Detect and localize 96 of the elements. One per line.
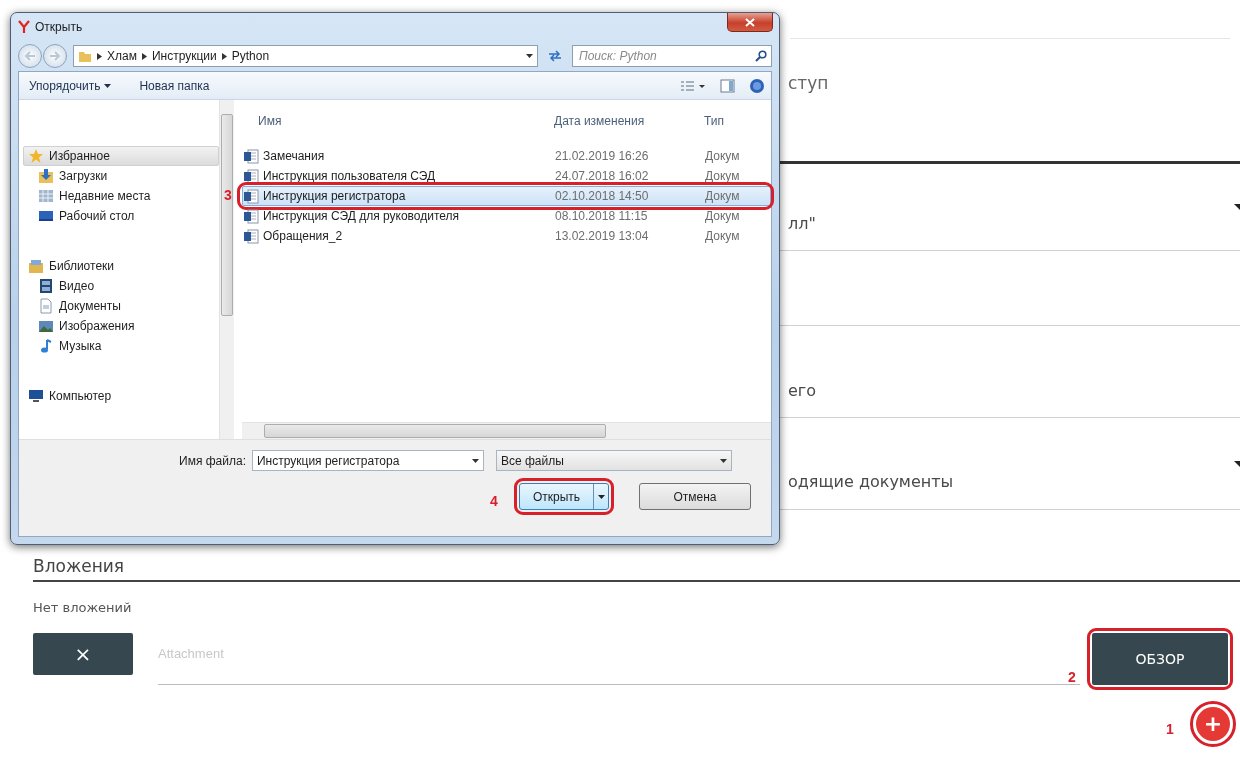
caret-icon: [471, 458, 479, 463]
column-header[interactable]: Дата изменения: [554, 114, 704, 128]
file-name: Замечания: [263, 149, 325, 163]
chevron-icon: [141, 52, 147, 60]
cancel-button[interactable]: Отмена: [639, 483, 751, 510]
navigation-item[interactable]: Документы: [23, 296, 219, 316]
file-name: Инструкция СЭД для руководителя: [263, 209, 460, 223]
modified-date: 08.10.2018 11:15: [555, 209, 649, 223]
breadcrumb-item[interactable]: Инструкции: [151, 49, 217, 63]
step-number: 1: [1166, 721, 1174, 737]
file-row[interactable]: Обращения_2 13.02.2019 13:04 Докум: [242, 226, 771, 246]
file-row[interactable]: Замечания 21.02.2019 16:26 Докум: [242, 146, 771, 166]
chevron-icon: [97, 52, 102, 60]
navigation-item[interactable]: Избранное: [23, 146, 219, 166]
toolbar-button[interactable]: Новая папка: [135, 76, 214, 95]
empty-message: Нет вложений: [33, 600, 133, 615]
dropdown-arrow-icon: [1234, 459, 1240, 468]
modified-date: 13.02.2019 13:04: [555, 229, 650, 243]
section-heading: ступ: [788, 73, 829, 93]
search-field[interactable]: Поиск: Python: [572, 45, 772, 67]
app-logo-icon: [18, 20, 30, 34]
caret-icon[interactable]: [526, 54, 533, 58]
file-type-dropdown[interactable]: Все файлы: [495, 450, 732, 471]
navigation-item[interactable]: Библиотеки: [23, 256, 219, 276]
folder-icon: [78, 49, 92, 63]
scrollbar[interactable]: [219, 100, 234, 439]
section-heading: Вложения: [33, 556, 126, 578]
navigation-item[interactable]: Видео: [23, 276, 219, 296]
step-number: 2: [1068, 669, 1076, 685]
refresh-icon: [548, 50, 562, 62]
toolbar-button[interactable]: Упорядочить: [25, 76, 116, 95]
navigation-item[interactable]: Музыка: [23, 336, 219, 356]
file-name-field[interactable]: Инструкция регистратора: [251, 450, 484, 471]
star-icon: [28, 148, 44, 164]
file-name: Обращения_2: [263, 229, 343, 243]
breadcrumb-item[interactable]: Хлам: [107, 49, 137, 63]
view-menu-icon[interactable]: [680, 79, 706, 92]
modified-date: 21.02.2019 16:26: [555, 149, 650, 163]
document-icon: [243, 188, 259, 204]
right-arrow-icon: [49, 51, 61, 61]
document-icon: [243, 208, 259, 224]
step-number: 3: [224, 187, 232, 203]
column-header[interactable]: Имя: [242, 114, 554, 128]
image-icon: [38, 318, 54, 334]
window-title: Открыть: [35, 20, 83, 34]
file-row[interactable]: Инструкция СЭД для руководителя 08.10.2018 11:15 Докум: [242, 206, 771, 226]
file-row[interactable]: Инструкция пользователя СЭД 24.07.2018 16:02 Докум: [242, 166, 771, 186]
remove-button[interactable]: ×: [33, 633, 133, 675]
field-label: Имя файла:: [179, 453, 246, 468]
step-number: 4: [490, 493, 498, 509]
address-bar[interactable]: Хлам Инструкции Python: [73, 45, 538, 67]
file-name: Инструкция пользователя СЭД: [263, 169, 436, 183]
navigation-item[interactable]: Недавние места: [23, 186, 219, 206]
left-arrow-icon: [24, 51, 36, 61]
back-button[interactable]: [18, 44, 42, 68]
monitor-icon: [28, 388, 44, 404]
scrollbar[interactable]: [242, 422, 771, 439]
modified-date: 02.10.2018 14:50: [555, 189, 650, 203]
field-value: лл": [788, 214, 816, 233]
navigation-item[interactable]: Изображения: [23, 316, 219, 336]
file-type: Докум: [705, 229, 740, 243]
open-button[interactable]: Открыть: [519, 483, 609, 510]
close-button[interactable]: [727, 13, 773, 32]
folder-icon: [38, 168, 54, 184]
document-icon: [243, 228, 259, 244]
breadcrumb-item[interactable]: Python: [231, 49, 270, 63]
close-icon: [745, 17, 755, 27]
document-icon: [243, 168, 259, 184]
navigation-item[interactable]: Загрузки: [23, 166, 219, 186]
field-value: одящие документы: [788, 472, 954, 491]
caret-icon: [719, 458, 727, 463]
film-icon: [38, 278, 54, 294]
column-header[interactable]: Тип: [704, 114, 724, 128]
navigation-item[interactable]: Компьютер: [23, 386, 219, 406]
preview-pane-icon[interactable]: [720, 78, 735, 93]
search-icon: [755, 50, 767, 62]
folder-icon: [28, 258, 44, 274]
desktop-icon: [38, 208, 54, 224]
file-type: Докум: [705, 189, 740, 203]
browse-button[interactable]: ОБЗОР: [1092, 633, 1228, 685]
file-type: Докум: [705, 149, 740, 163]
grid-icon: [38, 188, 54, 204]
dropdown-arrow-icon: [1234, 203, 1240, 211]
file-type: Докум: [705, 209, 740, 223]
document-icon: [38, 298, 54, 314]
file-name: Инструкция регистратора: [263, 189, 406, 203]
caret-icon: [597, 494, 605, 499]
file-type: Докум: [705, 169, 740, 183]
modified-date: 24.07.2018 16:02: [555, 169, 650, 183]
add-button[interactable]: +: [1196, 707, 1230, 741]
music-note-icon: [38, 338, 54, 354]
document-icon: [243, 148, 259, 164]
field-value: его: [788, 381, 817, 400]
forward-button[interactable]: [43, 44, 67, 68]
navigation-item[interactable]: Рабочий стол: [23, 206, 219, 226]
chevron-icon: [221, 52, 227, 60]
